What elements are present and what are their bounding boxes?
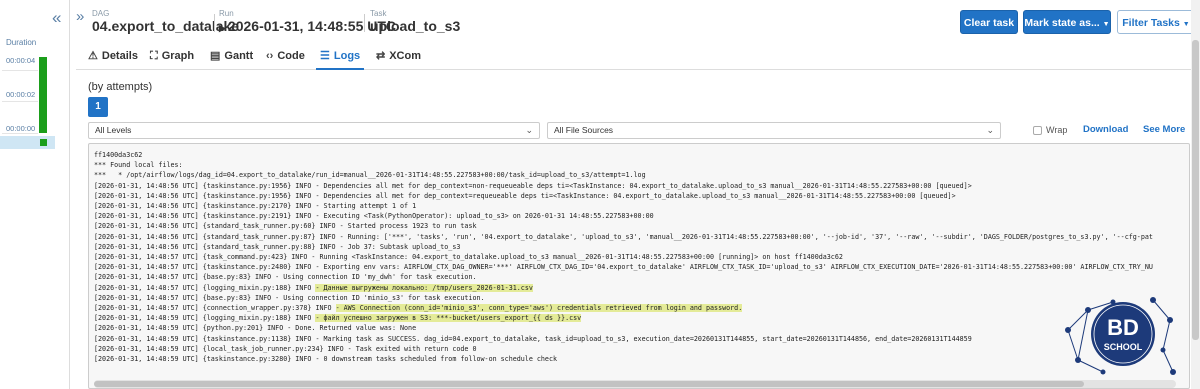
breadcrumb-separator	[214, 14, 215, 32]
task-tabs: ⚠ Details ⛶ Graph ▤ Gantt ‹› Code ☰ Logs ⇄ XCo…	[76, 44, 1200, 70]
tab-gantt[interactable]: ▤ Gantt	[210, 44, 253, 70]
list-icon: ☰	[320, 50, 330, 62]
duration-axis-label: Duration	[6, 38, 37, 47]
watermark-school-text: SCHOOL	[1104, 342, 1143, 352]
tab-code[interactable]: ‹› Code	[266, 44, 305, 70]
attempt-1-button[interactable]: 1	[88, 97, 108, 117]
log-line: [2026-01-31, 14:48:57 UTC] {task_command…	[94, 253, 843, 261]
exchange-icon: ⇄	[376, 50, 386, 62]
gridline	[2, 70, 38, 71]
horizontal-scrollbar[interactable]	[94, 380, 1176, 388]
mark-state-label: Mark state as...	[1024, 17, 1100, 29]
log-level-value: All Levels	[95, 125, 132, 135]
log-line-highlight: - Данные выгружены локально: /tmp/users_…	[315, 283, 533, 292]
wrap-checkbox[interactable]	[1033, 126, 1042, 135]
file-source-select[interactable]: All File Sources ⌄	[547, 122, 1001, 139]
filter-tasks-button[interactable]: Filter Tasks ▼	[1117, 10, 1195, 34]
log-line: *** * /opt/airflow/logs/dag_id=04.export…	[94, 171, 646, 180]
log-line: [2026-01-31, 14:48:56 UTC] {taskinstance…	[94, 202, 417, 210]
tab-xcom[interactable]: ⇄ XCom	[376, 44, 421, 70]
collapse-sidebar-icon[interactable]: «	[52, 8, 61, 28]
duration-tick: 00:00:02	[6, 90, 36, 99]
log-line: [2026-01-31, 14:48:56 UTC] {standard_tas…	[94, 242, 461, 251]
log-line: [2026-01-31, 14:48:57 UTC] {base.py:83} …	[94, 293, 485, 302]
tab-label: XCom	[389, 50, 421, 62]
scrollbar-thumb[interactable]	[94, 381, 1084, 387]
tab-details[interactable]: ⚠ Details	[88, 44, 138, 70]
log-line-prefix: [2026-01-31, 14:48:57 UTC] {logging_mixi…	[94, 283, 316, 292]
log-line: [2026-01-31, 14:48:59 UTC] {logging_mixi…	[94, 313, 582, 323]
filter-tasks-label: Filter Tasks	[1122, 17, 1180, 29]
task-status-square[interactable]	[40, 139, 47, 146]
log-line: [2026-01-31, 14:48:59 UTC] {taskinstance…	[94, 334, 972, 343]
tab-label: Graph	[161, 50, 195, 62]
log-line: [2026-01-31, 14:48:57 UTC] {taskinstance…	[94, 263, 1153, 272]
log-line: [2026-01-31, 14:48:56 UTC] {taskinstance…	[94, 212, 654, 221]
log-line-highlight: - AWS Connection (conn_id='minio_s3', co…	[335, 304, 743, 312]
log-line: [2026-01-31, 14:48:56 UTC] {taskinstance…	[94, 181, 972, 190]
tab-label: Gantt	[224, 50, 254, 62]
breadcrumb-dag-label: DAG	[92, 9, 110, 18]
log-viewer[interactable]: ff1400da3c62 *** Found local files: *** * …	[88, 143, 1190, 389]
log-line: [2026-01-31, 14:48:56 UTC] {standard_tas…	[94, 232, 1153, 241]
caret-down-icon: ▼	[1182, 21, 1190, 28]
gridline	[2, 133, 38, 134]
wrap-label: Wrap	[1046, 125, 1068, 135]
log-line: [2026-01-31, 14:48:57 UTC] {connection_w…	[94, 303, 743, 313]
breadcrumb-task-label: Task	[370, 9, 387, 18]
clear-task-button[interactable]: Clear task	[960, 10, 1018, 34]
breadcrumb-separator	[364, 14, 365, 32]
breadcrumb-dag-value[interactable]: 04.export_to_datalake	[92, 18, 239, 35]
gantt-sidebar: « Duration 00:00:04 00:00:02 00:00:00	[0, 0, 70, 389]
chevron-down-icon: ⌄	[525, 125, 533, 135]
breadcrumb-task[interactable]: Task upload_to_s3	[370, 9, 460, 35]
expand-icon[interactable]: »	[76, 8, 84, 25]
page-header: » DAG 04.export_to_datalake Run ▶ 2026-01…	[76, 0, 1200, 40]
duration-tick: 00:00:00	[6, 124, 36, 133]
see-more-link[interactable]: See More	[1143, 124, 1185, 135]
log-line-prefix: [2026-01-31, 14:48:59 UTC] {logging_mixi…	[94, 314, 316, 323]
play-icon: ▶	[219, 23, 226, 33]
file-source-value: All File Sources	[554, 125, 614, 135]
tab-label: Logs	[333, 50, 361, 62]
tab-label: Details	[101, 50, 138, 62]
tab-logs[interactable]: ☰ Logs	[316, 44, 365, 70]
duration-tick: 00:00:04	[6, 56, 36, 65]
log-line: [2026-01-31, 14:48:59 UTC] {taskinstance…	[94, 355, 558, 363]
mark-state-button[interactable]: Mark state as... ▼	[1023, 10, 1111, 34]
page-scrollbar[interactable]	[1191, 0, 1200, 389]
breadcrumb-dag[interactable]: DAG 04.export_to_datalake	[92, 9, 239, 35]
log-line-prefix: [2026-01-31, 14:48:57 UTC] {connection_w…	[94, 304, 336, 312]
chevron-down-icon: ⌄	[986, 125, 994, 135]
breadcrumb-task-value[interactable]: upload_to_s3	[370, 18, 460, 35]
log-level-select[interactable]: All Levels ⌄	[88, 122, 540, 139]
log-line-highlight: - файл успешно загружен в S3: ***-bucket…	[315, 314, 582, 323]
watermark-bd-text: BD	[1107, 315, 1139, 340]
log-line: [2026-01-31, 14:48:59 UTC] {python.py:20…	[94, 324, 417, 333]
gantt-icon: ▤	[210, 50, 221, 62]
tab-label: Code	[277, 50, 305, 62]
warning-icon: ⚠	[88, 50, 98, 62]
log-line: [2026-01-31, 14:48:57 UTC] {logging_mixi…	[94, 283, 533, 293]
molecule-logo-icon: BD SCHOOL	[1065, 297, 1176, 375]
download-link[interactable]: Download	[1083, 124, 1128, 135]
attempts-label: (by attempts)	[88, 81, 153, 93]
log-line: [2026-01-31, 14:48:56 UTC] {taskinstance…	[94, 191, 956, 200]
scrollbar-thumb[interactable]	[1192, 40, 1199, 340]
bd-school-watermark: BD SCHOOL	[1058, 290, 1182, 382]
task-duration-bar[interactable]	[39, 57, 47, 133]
caret-down-icon: ▼	[1102, 21, 1110, 28]
log-line: [2026-01-31, 14:48:57 UTC] {base.py:83} …	[94, 273, 477, 282]
tab-graph[interactable]: ⛶ Graph	[150, 44, 194, 70]
log-line: *** Found local files:	[94, 161, 183, 170]
log-line: [2026-01-31, 14:48:59 UTC] {local_task_j…	[94, 344, 477, 353]
gridline	[2, 101, 38, 102]
log-line: [2026-01-31, 14:48:56 UTC] {standard_tas…	[94, 222, 477, 231]
airflow-task-log-page: « Duration 00:00:04 00:00:02 00:00:00 » …	[0, 0, 1200, 389]
log-line: ff1400da3c62	[94, 151, 143, 159]
code-icon: ‹›	[266, 50, 274, 62]
graph-icon: ⛶	[150, 50, 158, 62]
